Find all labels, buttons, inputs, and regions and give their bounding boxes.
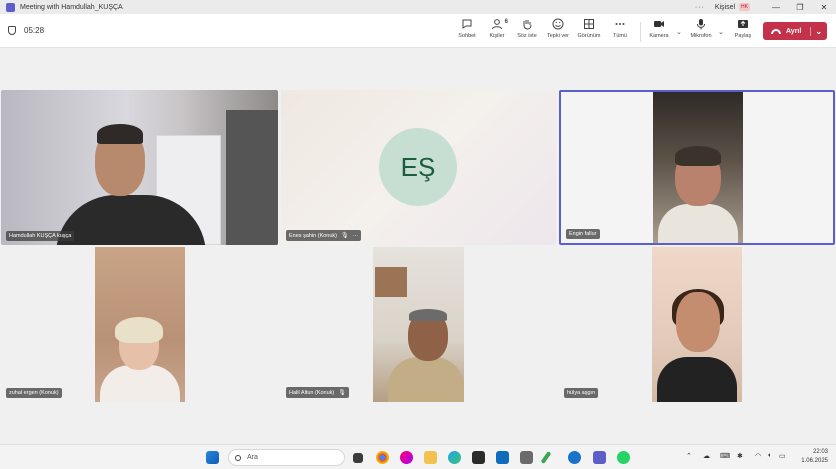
timer-text: 05:28 — [24, 26, 45, 35]
meeting-toolbar: 05:28 Sohbet 6 Kişiler Söz iste Tepki ve… — [0, 14, 836, 48]
participant-tile[interactable]: Hamdullah KUŞÇA kuşça — [1, 90, 278, 245]
video-grid: Hamdullah KUŞÇA kuşça EŞ Enes şahin (Kon… — [0, 48, 836, 444]
raise-hand-button[interactable]: Söz iste — [510, 18, 544, 44]
grid-icon — [584, 19, 594, 29]
participant-tile[interactable]: zuhal ergen (Konuk) — [1, 247, 278, 402]
share-icon — [738, 20, 748, 28]
snipping-tool-icon[interactable] — [520, 451, 533, 464]
participant-name-tag: zuhal ergen (Konuk) — [6, 388, 62, 398]
ellipsis-icon — [615, 23, 625, 25]
participant-name-tag: Hamdullah KUŞÇA kuşça — [6, 231, 75, 241]
wifi-icon[interactable]: ◠ — [755, 452, 761, 460]
microphone-icon — [697, 19, 705, 30]
smile-icon — [552, 18, 564, 30]
leave-button[interactable]: Ayrıl ⌄ — [763, 22, 827, 40]
participant-name-tag: Halil Altun (Konuk) 🎙 — [286, 387, 349, 398]
microphone-options-chevron-icon[interactable]: ⌄ — [718, 28, 724, 36]
vpn-icon[interactable] — [568, 451, 581, 464]
keyboard-icon[interactable]: ⌨ — [720, 452, 730, 460]
share-button[interactable]: Paylaş — [726, 18, 760, 44]
taskbar-search[interactable]: Ara — [228, 449, 345, 466]
participant-hair — [115, 317, 163, 343]
people-count: 6 — [504, 19, 508, 25]
file-explorer-icon[interactable] — [424, 451, 437, 464]
view-button[interactable]: Görünüm — [572, 18, 606, 44]
mic-muted-icon: 🎙 — [341, 233, 349, 239]
participant-tile[interactable]: hülya aşgın — [559, 247, 835, 402]
edge-icon[interactable] — [448, 451, 461, 464]
participant-video — [652, 247, 742, 402]
react-button[interactable]: Tepki ver — [541, 18, 575, 44]
pen-icon[interactable] — [540, 451, 552, 464]
phone-hangup-icon — [771, 28, 781, 34]
battery-icon[interactable]: ▭ — [779, 452, 786, 460]
copilot-icon[interactable] — [400, 451, 413, 464]
participant-hair — [409, 309, 447, 321]
people-button[interactable]: 6 Kişiler — [480, 18, 514, 44]
participant-body — [657, 357, 737, 402]
camera-icon — [654, 21, 664, 27]
outlook-icon[interactable] — [496, 451, 509, 464]
camera-button[interactable]: Kamera — [642, 18, 676, 44]
tray-chevron-icon[interactable]: ⌃ — [686, 452, 692, 460]
microphone-button[interactable]: Mikrofon — [684, 18, 718, 44]
participant-hair — [97, 124, 143, 144]
video-background-shelf — [375, 267, 407, 297]
participant-tile-active[interactable]: Engin fallur — [559, 90, 835, 245]
cloud-icon[interactable]: ☁ — [703, 452, 710, 460]
more-options-icon[interactable]: ··· — [353, 233, 359, 239]
participant-video — [95, 247, 185, 402]
restore-button[interactable]: ❐ — [788, 3, 812, 12]
video-background-shelf — [226, 110, 278, 245]
minimize-button[interactable]: — — [764, 3, 788, 12]
toolbar-divider — [640, 22, 641, 42]
participant-video — [373, 247, 464, 402]
participant-avatar: EŞ — [379, 128, 457, 206]
participant-name-tag: hülya aşgın — [564, 388, 599, 398]
teams-icon — [6, 2, 15, 12]
teams-taskbar-icon[interactable] — [593, 451, 606, 464]
store-icon[interactable] — [472, 451, 485, 464]
participant-body — [388, 357, 464, 402]
people-icon — [492, 19, 502, 30]
participant-body — [100, 365, 180, 402]
chrome-icon[interactable] — [376, 451, 389, 464]
participant-name-tag: Enes şahin (Konuk) 🎙 ··· — [286, 230, 362, 241]
bluetooth-icon[interactable]: ✱ — [737, 452, 743, 460]
participant-body — [658, 204, 738, 243]
system-clock[interactable]: 22:03 1.06.2025 — [801, 448, 828, 466]
window-title: Meeting with Hamdullah_KUŞÇA — [20, 3, 123, 11]
chat-button[interactable]: Sohbet — [450, 18, 484, 44]
camera-options-chevron-icon[interactable]: ⌄ — [676, 28, 682, 36]
participant-video — [653, 92, 743, 243]
whatsapp-icon[interactable] — [617, 451, 630, 464]
hand-icon — [523, 20, 532, 30]
leave-options-chevron-icon[interactable]: ⌄ — [810, 26, 822, 36]
volume-icon[interactable]: ◖ — [767, 452, 771, 459]
participant-hair — [675, 146, 721, 166]
task-view-icon[interactable] — [353, 453, 363, 463]
profile-badge[interactable]: HK — [739, 3, 750, 11]
search-icon — [235, 454, 241, 461]
shield-icon — [8, 26, 16, 35]
more-options-icon[interactable]: ··· — [695, 4, 705, 11]
participant-face — [676, 292, 720, 352]
window-titlebar: Meeting with Hamdullah_KUŞÇA ··· Kişisel… — [0, 0, 836, 14]
windows-taskbar: Ara ⌃ ☁ ⌨ ✱ ◠ ◖ ▭ 22:03 1.06.2025 — [0, 444, 836, 469]
chat-icon — [462, 19, 472, 29]
participant-tile[interactable]: Halil Altun (Konuk) 🎙 — [281, 247, 556, 402]
org-label[interactable]: Kişisel — [715, 4, 735, 11]
more-button[interactable]: Tümü — [603, 18, 637, 44]
meeting-timer: 05:28 — [8, 26, 44, 35]
start-windows-icon[interactable] — [206, 451, 219, 464]
mic-muted-icon: 🎙 — [338, 390, 346, 396]
participant-name-tag: Engin fallur — [566, 229, 600, 239]
participant-tile[interactable]: EŞ Enes şahin (Konuk) 🎙 ··· — [281, 90, 556, 245]
close-button[interactable]: ✕ — [812, 3, 836, 12]
